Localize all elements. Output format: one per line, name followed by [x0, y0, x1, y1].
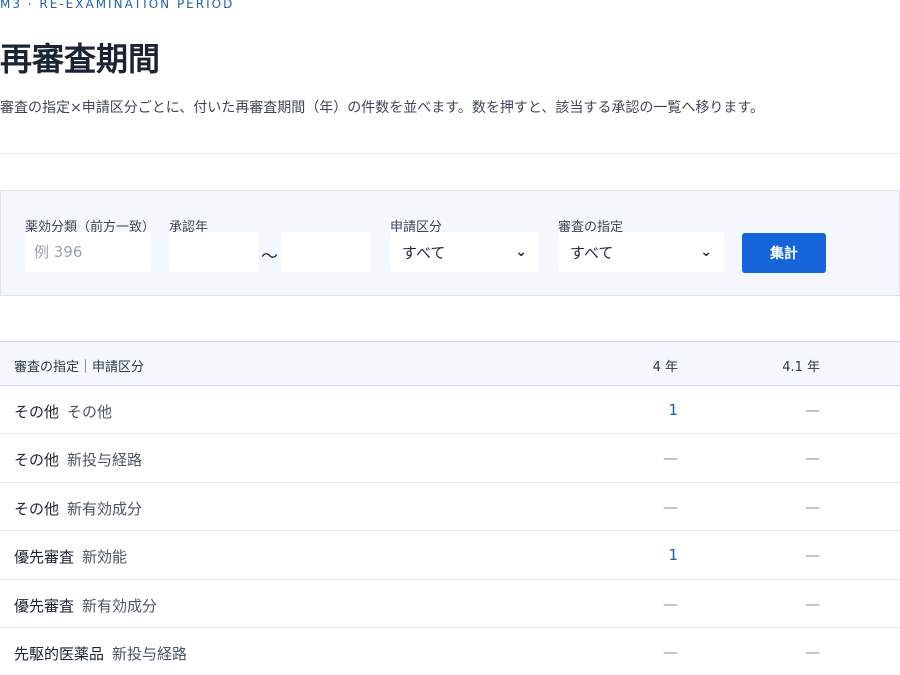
row-application-category: 新効能 [82, 548, 128, 567]
section-eyebrow: M3 · RE-EXAMINATION PERIOD [0, 0, 235, 11]
row-designation: 優先審査 [14, 548, 75, 567]
row-designation: 先駆的医薬品 [14, 644, 105, 663]
row-label: 優先審査 新効能 [14, 546, 127, 567]
drug-class-input[interactable] [25, 232, 151, 272]
count-link[interactable]: 1 [668, 401, 678, 419]
row-label: その他 その他 [14, 401, 112, 422]
empty-cell: — [805, 546, 820, 565]
row-label: 先駆的医薬品 新投与経路 [14, 643, 187, 664]
empty-cell: — [805, 497, 820, 516]
count-link[interactable]: 1 [668, 546, 678, 564]
row-application-category: 新有効成分 [67, 499, 143, 518]
empty-cell: — [805, 642, 820, 661]
re-examination-table: 審査の指定｜申請区分 4 年 4.1 年 その他 その他 1— その他 新投与経路 — — そ… [0, 341, 900, 675]
table-row: その他 新投与経路 — — [0, 434, 900, 483]
page-title: 再審査期間 [0, 40, 161, 78]
year-range-separator: 〜 [261, 247, 278, 267]
aggregate-button[interactable]: 集計 [742, 233, 826, 273]
column-header-4-1y: 4.1 年 [782, 360, 820, 375]
row-application-category: その他 [67, 403, 113, 421]
row-designation: その他 [14, 451, 60, 470]
approval-year-to-input[interactable] [281, 232, 371, 272]
chevron-down-icon: ⌄ [700, 244, 712, 260]
table-row: 優先審査 新有効成分 — — [0, 580, 900, 628]
row-application-category: 新投与経路 [112, 644, 188, 663]
page-description: 審査の指定×申請区分ごとに、付いた再審査期間（年）の件数を並べます。数を押すと、… [0, 100, 764, 116]
row-application-category: 新投与経路 [67, 451, 143, 470]
table-row: 優先審査 新効能 1 — [0, 531, 900, 580]
table-row: その他 その他 1 — [0, 386, 900, 435]
application-category-select[interactable]: すべて ⌄ [390, 232, 539, 272]
table-header: 審査の指定｜申請区分 4 年 4.1 年 [0, 341, 900, 386]
row-label: 優先審査 新有効成分 [14, 595, 157, 616]
table-row: 先駆的医薬品 新投与経路 — — [0, 628, 900, 675]
row-designation: その他 [14, 499, 60, 518]
table-body: その他 その他 1— その他 新投与経路 — — その他 新有効成分 — — 優先審査 新効能 1— 優先審… [0, 386, 900, 675]
empty-cell: — [663, 642, 678, 661]
review-designation-select[interactable]: すべて ⌄ [558, 232, 724, 272]
chevron-down-icon: ⌄ [515, 244, 527, 260]
re-examination-page: M3 · RE-EXAMINATION PERIOD 再審査期間 審査の指定×申… [0, 0, 900, 675]
empty-cell: — [805, 449, 820, 468]
approval-year-from-input[interactable] [169, 232, 259, 272]
row-label: その他 新投与経路 [14, 449, 142, 470]
application-category-value: すべて [402, 243, 446, 262]
row-label: その他 新有効成分 [14, 498, 142, 519]
row-application-category: 新有効成分 [82, 596, 158, 615]
empty-cell: — [663, 449, 678, 468]
empty-cell: — [663, 497, 678, 516]
row-designation: その他 [14, 403, 60, 421]
empty-cell: — [805, 401, 820, 419]
column-header-4y: 4 年 [652, 360, 678, 375]
filter-panel: 薬効分類（前方一致） 承認年 〜 申請区分 すべて ⌄ 審査の指定 すべて ⌄ … [0, 190, 900, 296]
table-header-label: 審査の指定｜申請区分 [14, 360, 145, 375]
empty-cell: — [805, 594, 820, 613]
empty-cell: — [663, 594, 678, 613]
review-designation-value: すべて [570, 243, 614, 262]
header-divider [0, 153, 900, 154]
table-row: その他 新有効成分 — — [0, 483, 900, 532]
row-designation: 優先審査 [14, 596, 75, 615]
